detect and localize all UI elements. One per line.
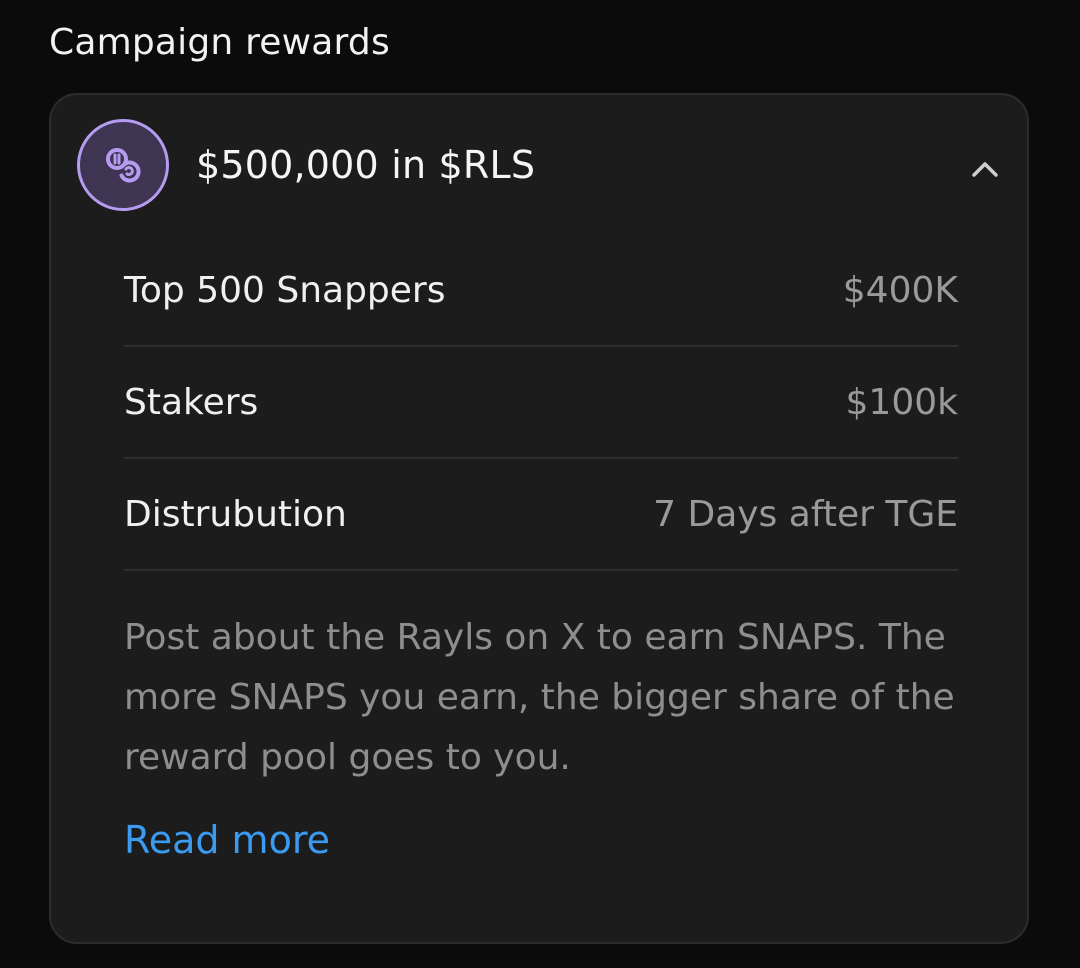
row-value: $400K <box>842 269 958 311</box>
reward-card-header[interactable]: $500,000 in $RLS <box>51 95 1027 241</box>
row-value: 7 Days after TGE <box>653 493 958 535</box>
reward-card: $500,000 in $RLS Top 500 Snappers $400K … <box>49 93 1029 944</box>
row-label: Stakers <box>124 381 259 423</box>
row-label: Top 500 Snappers <box>124 269 446 311</box>
reward-row-distribution: Distrubution 7 Days after TGE <box>124 459 958 571</box>
reward-breakdown: Top 500 Snappers $400K Stakers $100k Dis… <box>124 235 958 571</box>
chevron-up-icon[interactable] <box>967 151 1003 187</box>
row-label: Distrubution <box>124 493 347 535</box>
reward-row-stakers: Stakers $100k <box>124 347 958 459</box>
reward-row-top-snappers: Top 500 Snappers $400K <box>124 235 958 347</box>
section-title: Campaign rewards <box>49 22 390 63</box>
row-value: $100k <box>845 381 958 423</box>
reward-description: Post about the Rayls on X to earn SNAPS.… <box>124 617 955 778</box>
coins-icon <box>77 119 169 211</box>
reward-amount: $500,000 in $RLS <box>196 143 536 187</box>
read-more-link[interactable]: Read more <box>124 818 330 862</box>
